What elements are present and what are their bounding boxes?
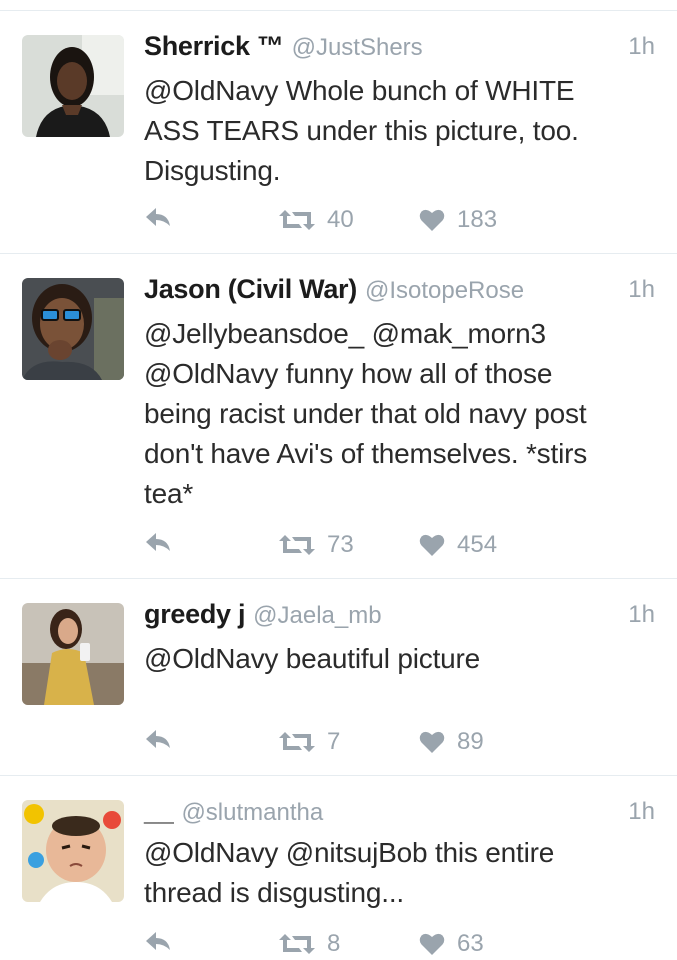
like-count: 63 xyxy=(457,930,484,957)
tweet-actions: 7 89 xyxy=(144,728,655,758)
tweet-text-line: Disgusting. xyxy=(144,155,281,186)
tweet-header: __ @slutmantha 1h xyxy=(144,796,655,832)
tweet-card[interactable]: __ @slutmantha 1h @OldNavy @nitsujBob thi… xyxy=(0,776,677,960)
timestamp[interactable]: 1h xyxy=(628,33,655,61)
tweet-text-line: don't have Avi's of themselves. *stirs xyxy=(144,438,588,469)
timestamp[interactable]: 1h xyxy=(628,601,655,629)
reply-button[interactable] xyxy=(144,531,172,553)
retweet-count: 8 xyxy=(327,930,341,957)
user-handle[interactable]: @JustShers xyxy=(292,34,423,61)
retweet-count: 73 xyxy=(327,531,354,558)
timestamp[interactable]: 1h xyxy=(628,798,655,826)
retweet-icon xyxy=(279,533,315,557)
user-handle[interactable]: @IsotopeRose xyxy=(365,277,524,304)
reply-button[interactable] xyxy=(144,930,172,952)
like-count: 183 xyxy=(457,206,498,233)
tweet-text-line: @Jellybeansdoe_ @mak_morn3 xyxy=(144,318,546,349)
tweet-text-line: @OldNavy beautiful picture xyxy=(144,643,481,674)
retweet-icon xyxy=(279,730,315,754)
tweet-text: @OldNavy beautiful picture xyxy=(144,639,647,679)
display-name[interactable]: Sherrick ™ xyxy=(144,31,284,61)
reply-icon xyxy=(144,728,172,750)
tweet-header: greedy j @Jaela_mb 1h xyxy=(144,599,655,635)
retweet-button[interactable]: 40 xyxy=(279,206,354,234)
display-name[interactable]: greedy j xyxy=(144,599,245,629)
reply-icon xyxy=(144,206,172,228)
like-count: 454 xyxy=(457,531,498,558)
heart-icon xyxy=(419,208,445,232)
heart-icon xyxy=(419,533,445,557)
tweet-text-line: ASS TEARS under this picture, too. xyxy=(144,115,579,146)
retweet-button[interactable]: 73 xyxy=(279,531,354,559)
tweet-feed: Sherrick ™ @JustShers 1h @OldNavy Whole b… xyxy=(0,0,677,960)
tweet-actions: 40 183 xyxy=(144,206,655,236)
tweet-actions: 73 454 xyxy=(144,531,655,561)
heart-icon xyxy=(419,932,445,956)
display-name[interactable]: Jason (Civil War) xyxy=(144,274,357,304)
avatar[interactable] xyxy=(22,35,124,137)
retweet-count: 7 xyxy=(327,728,341,755)
retweet-button[interactable]: 7 xyxy=(279,728,340,756)
tweet-text: @Jellybeansdoe_ @mak_morn3 @OldNavy funn… xyxy=(144,314,647,514)
tweet-text-line: tea* xyxy=(144,478,194,509)
like-button[interactable]: 183 xyxy=(419,206,497,234)
tweet-text: @OldNavy Whole bunch of WHITE ASS TEARS … xyxy=(144,71,647,191)
tweet-text-line: @OldNavy funny how all of those xyxy=(144,358,553,389)
tweet-text: @OldNavy @nitsujBob this entire thread i… xyxy=(144,833,647,913)
display-name[interactable]: __ xyxy=(144,796,174,826)
avatar[interactable] xyxy=(22,603,124,705)
tweet-text-line: thread is disgusting... xyxy=(144,877,404,908)
tweet-actions: 8 63 xyxy=(144,930,655,960)
user-handle[interactable]: @Jaela_mb xyxy=(253,602,381,629)
like-button[interactable]: 63 xyxy=(419,930,484,958)
tweet-text-line: @OldNavy @nitsujBob this entire xyxy=(144,837,555,868)
retweet-button[interactable]: 8 xyxy=(279,930,340,958)
retweet-icon xyxy=(279,208,315,232)
heart-icon xyxy=(419,730,445,754)
retweet-count: 40 xyxy=(327,206,354,233)
retweet-icon xyxy=(279,932,315,956)
reply-icon xyxy=(144,531,172,553)
like-button[interactable]: 454 xyxy=(419,531,497,559)
user-handle[interactable]: @slutmantha xyxy=(181,799,323,826)
timestamp[interactable]: 1h xyxy=(628,276,655,304)
tweet-card[interactable]: Sherrick ™ @JustShers 1h @OldNavy Whole b… xyxy=(0,11,677,254)
reply-button[interactable] xyxy=(144,728,172,750)
avatar[interactable] xyxy=(22,278,124,380)
avatar[interactable] xyxy=(22,800,124,902)
tweet-text-line: being racist under that old navy post xyxy=(144,398,587,429)
reply-icon xyxy=(144,930,172,952)
tweet-card[interactable]: Jason (Civil War) @IsotopeRose 1h @Jellyb… xyxy=(0,254,677,579)
tweet-header: Sherrick ™ @JustShers 1h xyxy=(144,31,655,67)
like-count: 89 xyxy=(457,728,484,755)
like-button[interactable]: 89 xyxy=(419,728,484,756)
tweet-header: Jason (Civil War) @IsotopeRose 1h xyxy=(144,274,655,310)
reply-button[interactable] xyxy=(144,206,172,228)
tweet-card[interactable]: greedy j @Jaela_mb 1h @OldNavy beautiful … xyxy=(0,579,677,776)
tweet-text-line: @OldNavy Whole bunch of WHITE xyxy=(144,75,575,106)
